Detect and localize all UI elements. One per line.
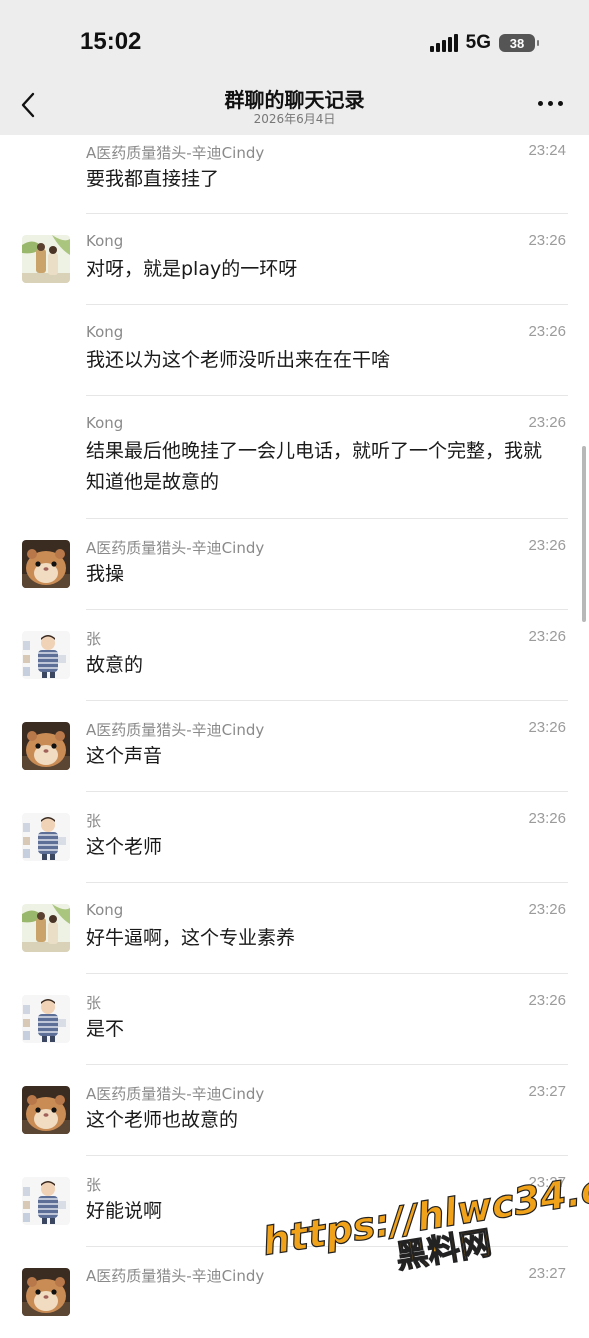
chat-message[interactable]: A医药质量猎头-辛迪Cindy 23:26 我操 (0, 520, 589, 610)
avatar[interactable] (22, 1086, 70, 1134)
message-time: 23:26 (528, 323, 566, 340)
chat-message[interactable]: 张 23:26 故意的 (0, 611, 589, 701)
avatar[interactable] (22, 813, 70, 861)
signal-icon (429, 34, 458, 52)
chat-message[interactable]: A医药质量猎头-辛迪Cindy 23:24 要我都直接挂了 (0, 135, 589, 214)
message-time: 23:26 (528, 901, 566, 918)
divider (86, 1064, 568, 1065)
avatar[interactable] (22, 904, 70, 952)
message-text: 这个老师 (86, 836, 163, 858)
message-time: 23:27 (528, 1174, 566, 1191)
avatar[interactable] (22, 540, 70, 588)
divider (86, 973, 568, 974)
sender-name: A医药质量猎头-辛迪Cindy (86, 539, 265, 557)
message-text: 这个声音 (86, 745, 163, 767)
chat-message[interactable]: Kong 23:26 结果最后他晚挂了一会儿电话，就听了一个完整，我就知道他是故意的 (0, 397, 589, 519)
sender-name: A医药质量猎头-辛迪Cindy (86, 1085, 265, 1103)
battery-icon: 38 (499, 34, 539, 52)
sender-name: 张 (86, 812, 102, 830)
message-text: 这个老师也故意的 (86, 1109, 239, 1131)
status-icons: 5G 38 (429, 32, 539, 54)
divider (86, 1246, 568, 1247)
sender-name: Kong (86, 323, 124, 341)
sender-name: Kong (86, 414, 124, 432)
sender-name: Kong (86, 901, 124, 919)
chat-message[interactable]: 张 23:26 是不 (0, 975, 589, 1065)
message-time: 23:26 (528, 992, 566, 1009)
page-date: 2026年6月4日 (253, 112, 336, 126)
status-time: 15:02 (80, 28, 142, 55)
avatar[interactable] (22, 631, 70, 679)
sender-name: A医药质量猎头-辛迪Cindy (86, 144, 265, 162)
chat-message[interactable]: 张 23:27 好能说啊 (0, 1157, 589, 1247)
sender-name: 张 (86, 630, 102, 648)
message-time: 23:26 (528, 810, 566, 827)
divider (86, 304, 568, 305)
chat-message[interactable]: A医药质量猎头-辛迪Cindy 23:27 (0, 1248, 589, 1338)
scrollbar[interactable] (582, 446, 586, 622)
sender-name: 张 (86, 994, 102, 1012)
message-time: 23:26 (528, 719, 566, 736)
more-icon (538, 101, 543, 106)
chat-message[interactable]: A医药质量猎头-辛迪Cindy 23:27 这个老师也故意的 (0, 1066, 589, 1156)
divider (86, 213, 568, 214)
avatar[interactable] (22, 722, 70, 770)
sender-name: Kong (86, 232, 124, 250)
divider (86, 395, 568, 396)
chat-message[interactable]: A医药质量猎头-辛迪Cindy 23:26 这个声音 (0, 702, 589, 792)
message-text: 好能说啊 (86, 1200, 163, 1222)
avatar[interactable] (22, 1177, 70, 1225)
divider (86, 882, 568, 883)
message-text: 我操 (86, 563, 125, 585)
battery-level: 38 (509, 35, 525, 51)
divider (86, 1155, 568, 1156)
chat-message[interactable]: Kong 23:26 对呀，就是play的一环呀 (0, 215, 589, 305)
message-time: 23:24 (528, 142, 566, 159)
message-text: 是不 (86, 1018, 125, 1040)
chat-message[interactable]: Kong 23:26 好牛逼啊，这个专业素养 (0, 884, 589, 974)
message-time: 23:27 (528, 1083, 566, 1100)
message-text: 结果最后他晚挂了一会儿电话，就听了一个完整，我就知道他是故意的 (86, 440, 543, 493)
message-time: 23:26 (528, 232, 566, 249)
sender-name: A医药质量猎头-辛迪Cindy (86, 1267, 265, 1285)
more-button[interactable] (538, 101, 563, 106)
avatar[interactable] (22, 995, 70, 1043)
top-bar: 15:02 5G 38 群聊的聊天记录 2026年6月4日 (0, 0, 589, 135)
chat-message[interactable]: 张 23:26 这个老师 (0, 793, 589, 883)
avatar[interactable] (22, 235, 70, 283)
sender-name: 张 (86, 1176, 102, 1194)
message-time: 23:26 (528, 628, 566, 645)
message-text: 我还以为这个老师没听出来在在干啥 (86, 349, 391, 371)
chat-message[interactable]: Kong 23:26 我还以为这个老师没听出来在在干啥 (0, 306, 589, 396)
network-type: 5G (465, 32, 491, 53)
message-text: 好牛逼啊，这个专业素养 (86, 927, 296, 949)
avatar[interactable] (22, 1268, 70, 1316)
divider (86, 700, 568, 701)
message-text: 要我都直接挂了 (86, 168, 220, 190)
sender-name: A医药质量猎头-辛迪Cindy (86, 721, 265, 739)
message-time: 23:27 (528, 1265, 566, 1282)
page-title: 群聊的聊天记录 (224, 88, 365, 112)
message-time: 23:26 (528, 414, 566, 431)
divider (86, 518, 568, 519)
message-time: 23:26 (528, 537, 566, 554)
divider (86, 609, 568, 610)
message-text: 故意的 (86, 654, 144, 676)
message-text: 对呀，就是play的一环呀 (86, 258, 298, 280)
divider (86, 791, 568, 792)
